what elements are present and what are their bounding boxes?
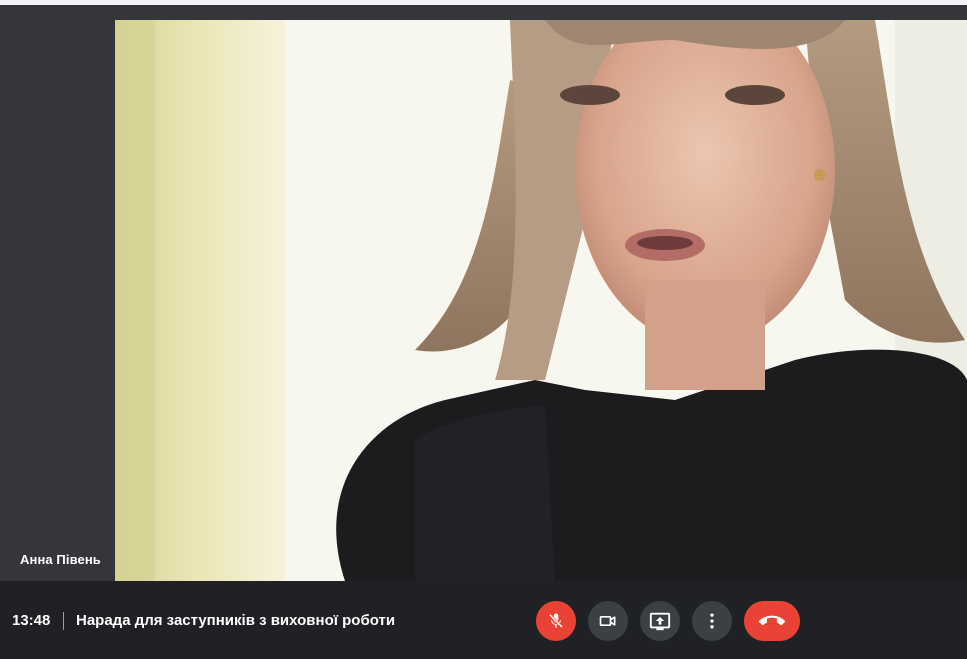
video-frame-image [115, 20, 967, 581]
participant-video[interactable] [115, 20, 967, 581]
more-options-button[interactable] [692, 601, 732, 641]
meeting-controls-bar: 13:48 Нарада для заступників з виховної … [0, 581, 967, 659]
mic-off-icon [549, 613, 563, 628]
present-screen-icon [649, 612, 671, 631]
toggle-mic-button[interactable] [536, 601, 576, 641]
participant-name-label: Анна Півень [20, 552, 101, 567]
call-end-icon [759, 615, 785, 626]
meeting-title: Нарада для заступників з виховної роботи [76, 612, 396, 629]
present-now-button[interactable] [640, 601, 680, 641]
meet-window: Анна Півень 13:48 Нарада для заступників… [0, 0, 967, 659]
more-vert-icon [710, 613, 714, 629]
videocam-icon [599, 616, 616, 626]
leave-call-button[interactable] [744, 601, 800, 641]
meeting-time: 13:48 [12, 612, 51, 629]
toggle-camera-button[interactable] [588, 601, 628, 641]
video-stage: Анна Півень [0, 5, 967, 581]
meeting-info-divider [63, 612, 64, 630]
